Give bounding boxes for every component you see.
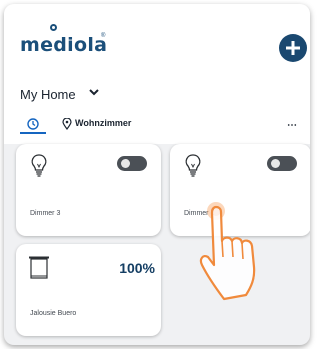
more-icon[interactable]: ⋯ [287,120,297,131]
add-button[interactable] [279,34,307,62]
app-frame: mediola ® My Home Wohnzimmer ⋯ Dimmer 3 … [4,4,310,345]
blind-icon [29,256,49,279]
brand-logo: mediola [20,34,108,56]
device-card-jalousie-buero[interactable]: 100% Jalousie Buero [16,244,161,336]
device-name: Jalousie Buero [30,310,77,317]
app-header: mediola ® My Home Wohnzimmer ⋯ [4,4,310,144]
clock-icon[interactable] [27,118,39,130]
light-bulb-icon [31,154,47,177]
device-card-dimmer-3[interactable]: Dimmer 3 [16,144,161,236]
light-bulb-icon [185,154,201,177]
registered-mark: ® [101,33,106,39]
active-tab-indicator [20,132,46,134]
hand-pointer-icon [199,202,256,301]
logo-dot [50,24,57,31]
home-title[interactable]: My Home [20,87,76,102]
location-pin-icon [62,118,72,130]
device-name: Dimmer 3 [30,210,61,217]
tab-wohnzimmer[interactable]: Wohnzimmer [75,118,131,128]
power-toggle[interactable] [117,156,147,171]
room-tabs: Wohnzimmer ⋯ [4,112,310,136]
power-toggle[interactable] [267,156,297,171]
chevron-down-icon[interactable] [88,86,100,98]
position-value: 100% [119,260,155,276]
